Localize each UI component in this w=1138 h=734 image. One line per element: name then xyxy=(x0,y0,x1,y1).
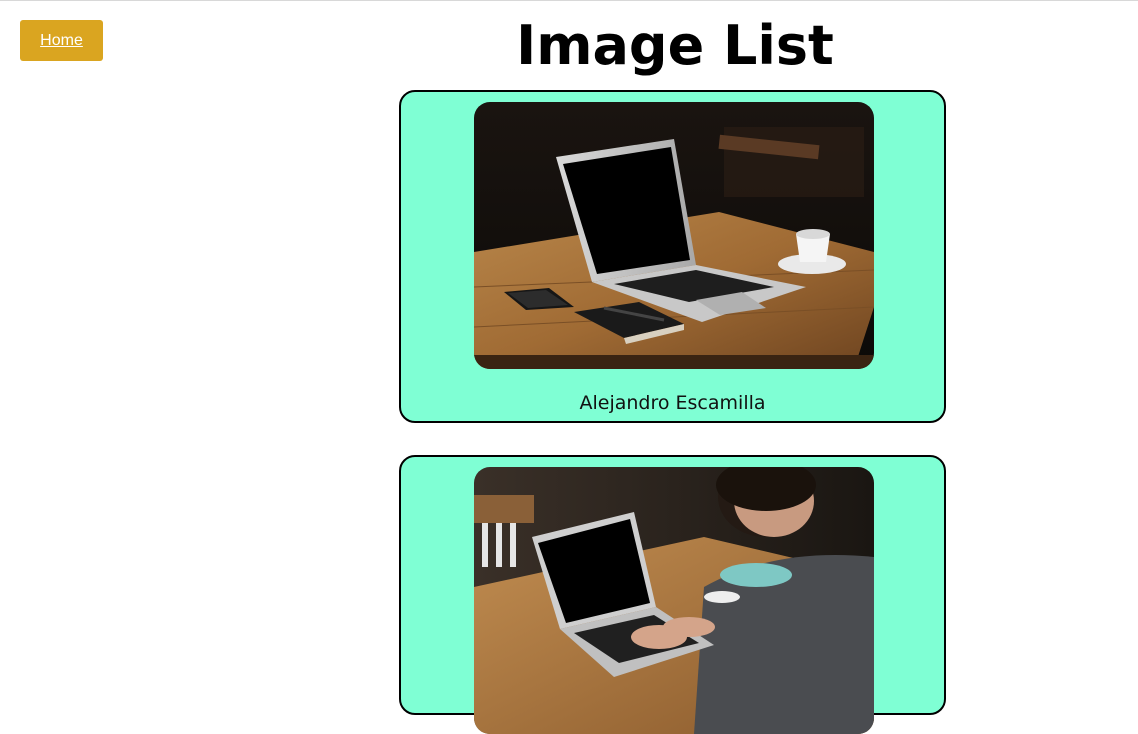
page-title: Image List xyxy=(516,14,834,77)
image-author-caption: Alejandro Escamilla xyxy=(579,392,766,414)
image-card xyxy=(399,455,946,734)
laptop-on-desk-photo xyxy=(474,102,874,369)
home-button[interactable]: Home xyxy=(20,20,103,61)
image-card: Alejandro Escamilla xyxy=(399,90,946,423)
person-typing-on-laptop-photo xyxy=(474,467,874,734)
top-divider xyxy=(0,0,1138,1)
